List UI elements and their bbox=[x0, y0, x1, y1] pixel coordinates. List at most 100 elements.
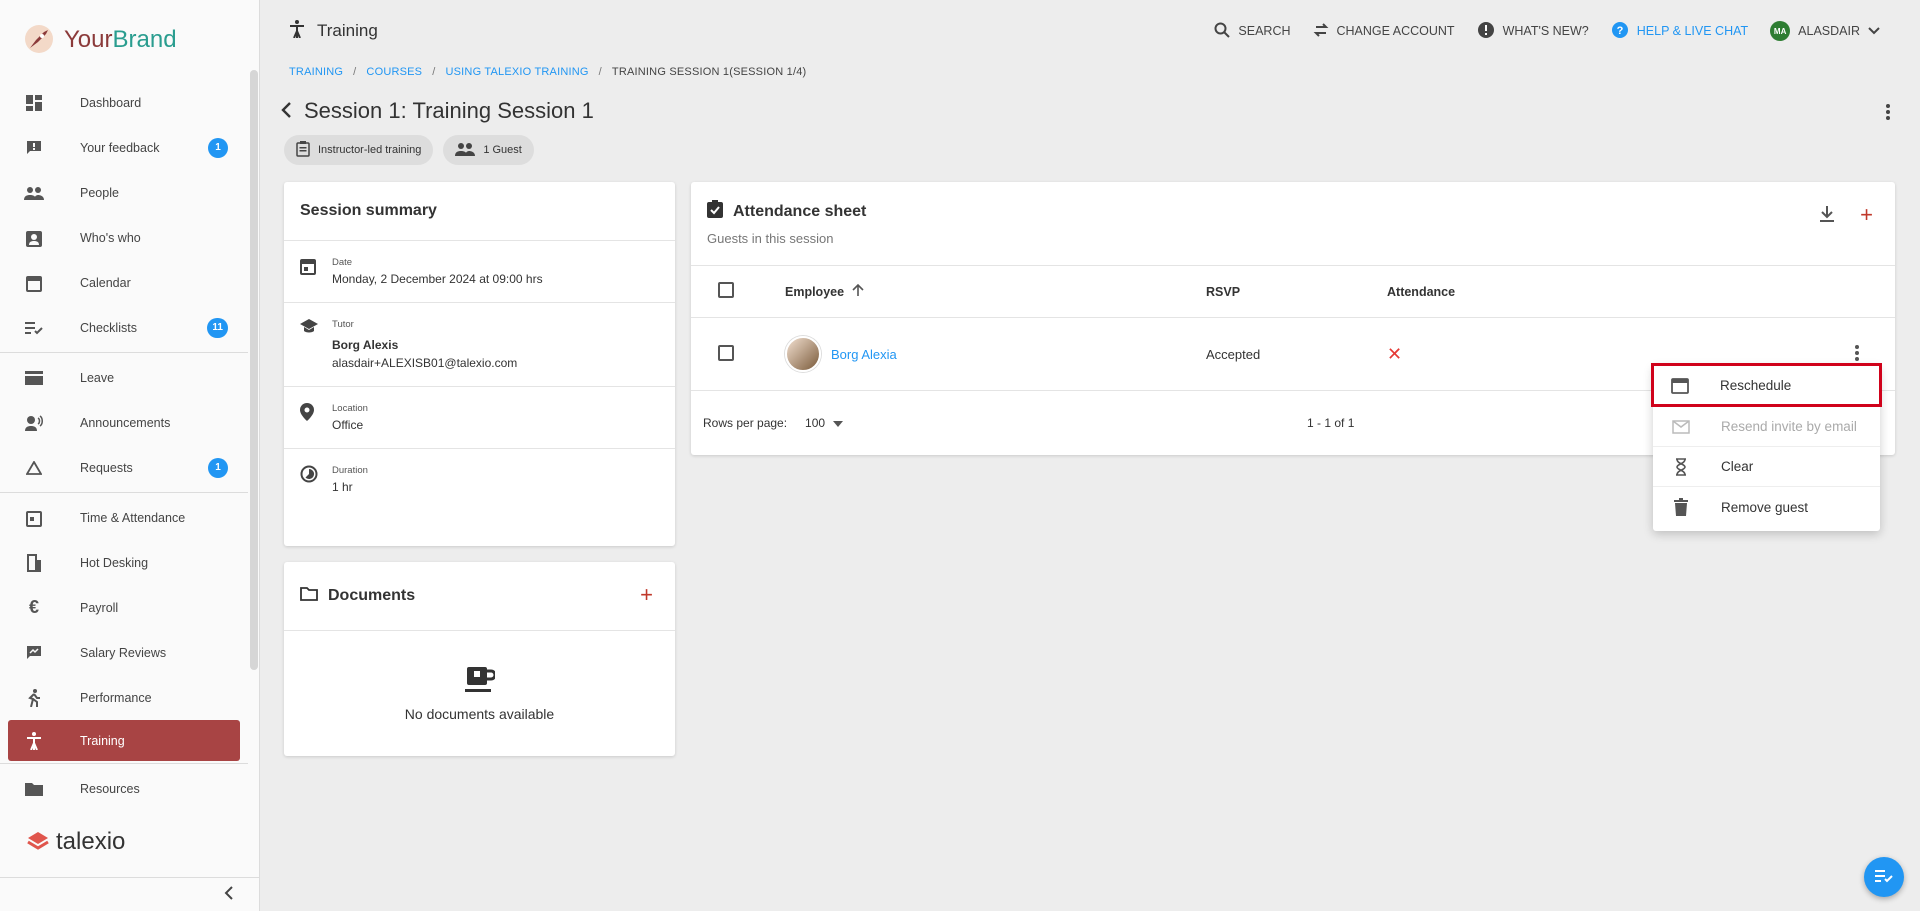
sidebar-item-calendar[interactable]: Calendar bbox=[0, 260, 248, 305]
tasks-fab-button[interactable] bbox=[1864, 857, 1904, 897]
sidebar-scrollbar[interactable] bbox=[250, 70, 258, 670]
search-button[interactable]: SEARCH bbox=[1214, 22, 1291, 41]
breadcrumb-separator: / bbox=[353, 66, 357, 78]
add-guest-button[interactable]: + bbox=[1860, 204, 1873, 226]
sidebar-item-payroll[interactable]: € Payroll bbox=[0, 585, 248, 630]
calendar-icon bbox=[300, 257, 320, 286]
people-icon bbox=[24, 183, 44, 203]
title-row: Session 1: Training Session 1 bbox=[280, 98, 594, 124]
row-checkbox[interactable] bbox=[718, 344, 734, 361]
sidebar-item-resources[interactable]: Resources bbox=[0, 766, 248, 811]
checklist-icon bbox=[1875, 869, 1893, 886]
employee-name-link[interactable]: Borg Alexia bbox=[831, 347, 897, 362]
rsvp-status: Accepted bbox=[1206, 346, 1261, 362]
leave-icon bbox=[24, 368, 44, 388]
sidebar-item-dashboard[interactable]: Dashboard bbox=[0, 80, 248, 125]
sidebar-item-performance[interactable]: Performance bbox=[0, 675, 248, 720]
attendance-header: Attendance sheet Guests in this session … bbox=[691, 182, 1895, 266]
pagination-range: 1 - 1 of 1 bbox=[1307, 416, 1355, 430]
desk-icon bbox=[24, 553, 44, 573]
documents-empty-state: No documents available bbox=[284, 631, 675, 722]
performance-icon bbox=[24, 688, 44, 708]
add-document-button[interactable]: + bbox=[640, 582, 653, 608]
sidebar-item-whos-who[interactable]: Who's who bbox=[0, 215, 248, 260]
sidebar-item-time-attendance[interactable]: Time & Attendance bbox=[0, 495, 248, 540]
sidebar-item-people[interactable]: People bbox=[0, 170, 248, 215]
new-badge-icon bbox=[1477, 21, 1495, 42]
dashboard-icon bbox=[24, 93, 44, 113]
user-menu[interactable]: MA ALASDAIR bbox=[1770, 21, 1880, 41]
session-location: Office bbox=[332, 418, 364, 432]
nav-divider bbox=[0, 352, 248, 353]
user-name: ALASDAIR bbox=[1798, 24, 1860, 38]
brand-logo[interactable]: YourBrand bbox=[0, 0, 259, 80]
user-avatar: MA bbox=[1770, 21, 1791, 41]
download-icon[interactable] bbox=[1820, 205, 1835, 225]
clear-menu-item[interactable]: Clear bbox=[1653, 447, 1880, 487]
training-icon bbox=[289, 19, 305, 43]
breadcrumb-training[interactable]: TRAINING bbox=[289, 66, 343, 78]
training-type-chip: Instructor-led training bbox=[284, 135, 434, 165]
sidebar-item-checklists[interactable]: Checklists 11 bbox=[0, 305, 248, 350]
announcement-icon bbox=[24, 413, 44, 433]
breadcrumb: TRAINING / COURSES / USING TALEXIO TRAIN… bbox=[289, 66, 806, 78]
page-more-options-icon[interactable] bbox=[1886, 104, 1890, 123]
feedback-icon bbox=[24, 138, 44, 158]
location-pin-icon bbox=[300, 403, 320, 432]
guests-chip: 1 Guest bbox=[443, 135, 534, 165]
collapse-sidebar-icon[interactable] bbox=[224, 886, 234, 903]
row-more-options-icon[interactable] bbox=[1855, 344, 1895, 364]
requests-count-badge: 1 bbox=[208, 457, 228, 478]
select-all-checkbox[interactable] bbox=[718, 282, 734, 298]
sidebar-item-announcements[interactable]: Announcements bbox=[0, 400, 248, 445]
back-arrow-icon[interactable] bbox=[280, 101, 292, 122]
requests-icon bbox=[24, 458, 44, 478]
sidebar-nav: Dashboard Your feedback 1 People Who's wh… bbox=[0, 80, 248, 811]
sidebar-item-requests[interactable]: Requests 1 bbox=[0, 445, 248, 490]
documents-title: Documents bbox=[328, 587, 416, 604]
calendar-icon bbox=[1670, 376, 1690, 394]
session-summary-card: Session summary Date Monday, 2 December 2… bbox=[284, 182, 675, 546]
breadcrumb-courses[interactable]: COURSES bbox=[366, 66, 422, 78]
guest-context-menu: Reschedule Resend invite by email Clear … bbox=[1651, 363, 1882, 531]
calendar-icon bbox=[24, 273, 44, 293]
sidebar-item-your-feedback[interactable]: Your feedback 1 bbox=[0, 125, 248, 170]
talexio-mark-icon bbox=[27, 832, 49, 850]
folder-icon bbox=[24, 779, 44, 799]
graduation-cap-icon bbox=[300, 319, 320, 370]
breadcrumb-course[interactable]: USING TALEXIO TRAINING bbox=[446, 66, 589, 78]
sidebar-item-leave[interactable]: Leave bbox=[0, 355, 248, 400]
resend-invite-menu-item[interactable]: Resend invite by email bbox=[1653, 407, 1880, 447]
brand-name: YourBrand bbox=[64, 26, 177, 53]
page-header: Training bbox=[261, 19, 378, 43]
column-attendance: Attendance bbox=[1387, 284, 1456, 299]
folder-outline-icon bbox=[300, 586, 318, 606]
reschedule-menu-item[interactable]: Reschedule bbox=[1651, 363, 1882, 407]
search-icon bbox=[1214, 22, 1231, 41]
session-date: Monday, 2 December 2024 at 09:00 hrs bbox=[332, 272, 543, 286]
documents-header: Documents + bbox=[284, 562, 675, 631]
help-live-chat-button[interactable]: ? HELP & LIVE CHAT bbox=[1611, 21, 1748, 42]
sort-arrow-up-icon bbox=[852, 283, 864, 300]
column-employee[interactable]: Employee bbox=[785, 283, 1206, 300]
trash-icon bbox=[1671, 498, 1691, 516]
sidebar-item-training[interactable]: Training bbox=[8, 720, 240, 761]
rocket-icon bbox=[22, 22, 56, 59]
whats-new-button[interactable]: WHAT'S NEW? bbox=[1477, 21, 1589, 42]
hourglass-icon bbox=[1671, 457, 1691, 476]
summary-location-row: Location Office bbox=[284, 387, 675, 449]
salary-icon bbox=[24, 643, 44, 663]
clipboard-check-icon bbox=[707, 200, 723, 223]
column-rsvp: RSVP bbox=[1206, 284, 1241, 299]
clipboard-icon bbox=[296, 140, 310, 160]
change-account-button[interactable]: CHANGE ACCOUNT bbox=[1313, 22, 1455, 41]
sidebar-item-salary-reviews[interactable]: Salary Reviews bbox=[0, 630, 248, 675]
session-duration: 1 hr bbox=[332, 480, 353, 494]
breadcrumb-separator: / bbox=[598, 66, 602, 78]
rows-per-page-select[interactable]: 100 bbox=[805, 416, 844, 430]
sidebar-item-hot-desking[interactable]: Hot Desking bbox=[0, 540, 248, 585]
coffee-cup-icon bbox=[464, 665, 496, 696]
absent-x-icon[interactable]: ✕ bbox=[1387, 344, 1402, 364]
remove-guest-menu-item[interactable]: Remove guest bbox=[1653, 487, 1880, 527]
breadcrumb-current: TRAINING SESSION 1(SESSION 1/4) bbox=[611, 66, 807, 78]
